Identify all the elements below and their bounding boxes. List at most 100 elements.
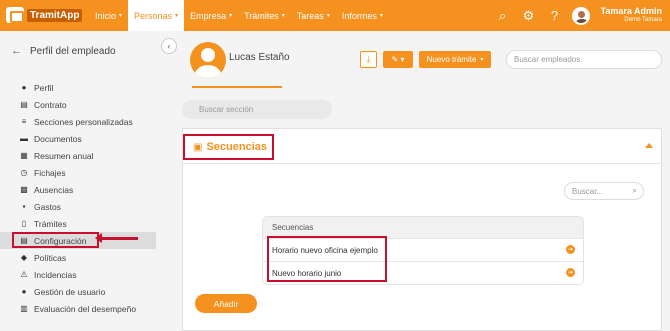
sidebar-item-incidencias[interactable]: ⚠ Incidencias [0,266,166,283]
top-navbar: TramitApp Inicio ▾ Personas ▾ Empresa ▾ Trá… [0,0,670,31]
sequence-search-placeholder: Buscar... [572,186,604,196]
employee-search-placeholder: Buscar empleados [514,55,581,64]
sequence-search-input[interactable]: Buscar... ⌕ [564,182,644,200]
chevron-down-icon: ▾ [480,57,484,63]
sidebar-item-label: Evaluación del desempeño [34,303,137,314]
brand-logo[interactable]: TramitApp [6,6,83,24]
help-icon[interactable]: ? [546,8,562,23]
list-icon: ▤ [20,236,28,245]
section-search-placeholder: Buscar sección [199,105,254,114]
new-procedure-button[interactable]: Nuevo trámite ▾ [419,51,491,68]
active-tab-underline [192,86,282,88]
sidebar-item-label: Secciones personalizadas [34,116,133,127]
sidebar-item-evaluacion[interactable]: ▥ Evaluación del desempeño [0,300,166,317]
arrow-left-icon[interactable]: ← [11,45,22,57]
section-search-input[interactable]: Buscar sección [182,100,332,119]
nav-inicio[interactable]: Inicio ▾ [89,0,128,31]
sequences-panel: ▣ Secuencias Buscar... ⌕ Secuencias Hora… [182,128,663,331]
sidebar-item-secciones[interactable]: ≡ Secciones personalizadas [0,113,166,130]
sidebar-item-label: Resumen anual [34,150,94,161]
file-icon: ▯ [21,219,27,228]
main-content: Lucas Estaño ⤓ ✎ ▾ Nuevo trámite ▾ Buscar… [166,31,670,331]
alert-icon: ⚠ [20,270,28,279]
sidebar-item-fichajes[interactable]: ◷ Fichajes [0,164,166,181]
sidebar-item-perfil[interactable]: ● Perfil [0,79,166,96]
sidebar-item-label: Contrato [34,99,67,110]
sidebar-item-gestion-usuario[interactable]: ● Gestión de usuario [0,283,166,300]
chevron-down-icon: ▾ [229,13,233,19]
tools-dropdown-button[interactable]: ✎ ▾ [383,51,413,68]
sidebar-item-label: Ausencias [34,184,74,195]
chart-icon: ▥ [20,304,28,313]
nav-label: Empresa [190,10,227,21]
collapse-sidebar-button[interactable]: ‹ [161,38,177,54]
stopwatch-icon: ◷ [20,168,28,177]
gear-icon[interactable]: ⚙ [520,8,536,24]
logo-icon [6,7,24,23]
user-avatar[interactable] [572,6,591,25]
nav-informes[interactable]: Informes ▾ [336,0,389,31]
nav-tareas[interactable]: Tareas ▾ [291,0,336,31]
download-icon: ⤓ [366,54,371,64]
sidebar-item-ausencias[interactable]: ▩ Ausencias [0,181,166,198]
add-label: Añadir [213,298,239,309]
sidebar-item-label: Políticas [34,252,67,263]
sidebar-title: Perfil del empleado [30,45,116,57]
calendar-check-icon: ▣ [193,141,203,153]
nav-personas[interactable]: Personas ▾ [128,0,185,31]
search-icon[interactable]: ⌕ [494,8,510,24]
user-company: Demo Tamara [624,17,662,24]
employee-avatar [190,42,226,78]
wrench-icon: ✎ ▾ [391,55,405,64]
employee-header: Lucas Estaño ⤓ ✎ ▾ Nuevo trámite ▾ Buscar… [182,39,662,95]
add-button[interactable]: Añadir [195,294,257,313]
document-icon: ▤ [20,100,28,109]
sidebar-item-resumen[interactable]: ▦ Resumen anual [0,147,166,164]
new-procedure-label: Nuevo trámite [426,55,477,64]
user-menu[interactable]: Tamara Admin Demo Tamara [600,6,662,24]
sidebar-menu: ● Perfil ▤ Contrato ≡ Secciones personaliza… [0,79,166,317]
chevron-down-icon: ▾ [119,13,123,19]
sidebar-item-politicas[interactable]: ◆ Políticas [0,249,166,266]
sidebar-item-label: Documentos [34,133,82,144]
sidebar-item-label: Perfil [34,82,54,93]
chevron-left-icon: ‹ [167,41,171,51]
wallet-icon: ▪ [22,202,26,211]
sidebar-item-label: Gestión de usuario [34,286,106,297]
table-header-label: Secuencias [272,223,314,232]
folder-icon: ▬ [20,134,28,143]
panel-header[interactable]: ▣ Secuencias [183,129,663,164]
arrow-right-icon[interactable]: ➔ [566,268,575,277]
sidebar-item-configuracion[interactable]: ▤ Configuración [0,232,156,249]
table-row[interactable]: Nuevo horario junio ➔ [263,261,583,284]
row-label: Nuevo horario junio [272,268,342,278]
chevron-down-icon: ▾ [379,13,383,19]
sidebar-item-contrato[interactable]: ▤ Contrato [0,96,166,113]
chevron-down-icon: ▾ [175,13,179,19]
sidebar-item-documentos[interactable]: ▬ Documentos [0,130,166,147]
download-button[interactable]: ⤓ [360,51,377,68]
nav-empresa[interactable]: Empresa ▾ [184,0,238,31]
top-actions: ⌕ ⚙ ? Tamara Admin Demo Tamara [494,0,662,31]
search-icon: ⌕ [632,186,637,195]
sidebar-item-tramites[interactable]: ▯ Trámites [0,215,166,232]
sidebar-item-label: Gastos [34,201,61,212]
nav-tramites[interactable]: Trámites ▾ [238,0,291,31]
arrow-right-icon[interactable]: ➔ [566,245,575,254]
user-gear-icon: ● [21,287,27,296]
table-row[interactable]: Horario nuevo oficina ejemplo ➔ [263,238,583,261]
table-header: Secuencias [263,217,583,238]
employee-name: Lucas Estaño [229,52,290,63]
nav-label: Trámites [244,10,279,21]
row-label: Horario nuevo oficina ejemplo [272,245,378,255]
user-name: Tamara Admin [600,6,662,17]
employee-search-input[interactable]: Buscar empleados [506,50,662,69]
sequences-table: Secuencias Horario nuevo oficina ejemplo… [262,216,584,285]
nav-label: Informes [341,10,377,21]
sidebar-item-label: Incidencias [34,269,77,280]
collapse-panel-icon[interactable] [645,143,653,148]
sidebar-item-gastos[interactable]: ▪ Gastos [0,198,166,215]
nav-label: Inicio [95,10,117,21]
calendar-x-icon: ▩ [20,185,28,194]
nav-label: Tareas [296,10,324,21]
